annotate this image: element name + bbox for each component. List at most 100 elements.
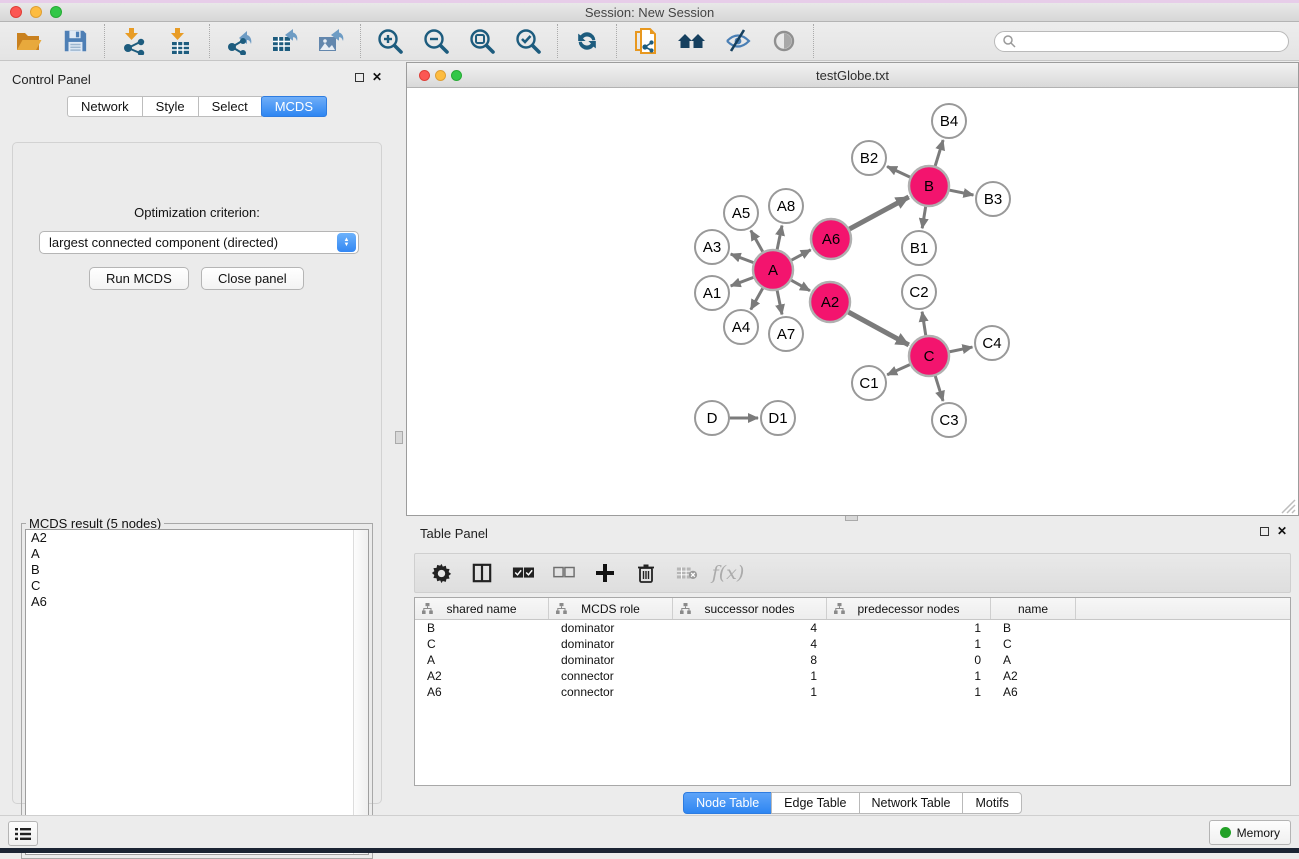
memory-button[interactable]: Memory	[1209, 820, 1291, 845]
node-B[interactable]: B	[909, 166, 949, 206]
cell-shared-name[interactable]: C	[415, 637, 549, 651]
vertical-splitter-handle[interactable]	[395, 431, 403, 444]
gear-icon[interactable]	[429, 561, 453, 585]
edge-B-B1[interactable]	[922, 204, 926, 228]
cell-successor-nodes[interactable]: 1	[673, 685, 827, 699]
node-A1[interactable]: A1	[695, 276, 729, 310]
cell-name[interactable]: B	[991, 621, 1076, 635]
node-B3[interactable]: B3	[976, 182, 1010, 216]
tab-motifs[interactable]: Motifs	[962, 792, 1021, 814]
cell-name[interactable]: A2	[991, 669, 1076, 683]
edge-A-A5[interactable]	[751, 230, 764, 254]
function-builder-icon[interactable]: f(x)	[716, 561, 740, 585]
node-A[interactable]: A	[753, 250, 793, 290]
export-table-icon[interactable]	[270, 26, 300, 56]
node-A5[interactable]: A5	[724, 196, 758, 230]
network-window-titlebar[interactable]: testGlobe.txt	[407, 63, 1298, 88]
node-D[interactable]: D	[695, 401, 729, 435]
node-B4[interactable]: B4	[932, 104, 966, 138]
float-panel-icon[interactable]	[355, 73, 364, 82]
column-header-successor-nodes[interactable]: successor nodes	[673, 598, 827, 619]
edge-A-A7[interactable]	[777, 288, 782, 315]
node-table[interactable]: shared nameMCDS rolesuccessor nodesprede…	[414, 597, 1291, 786]
cell-MCDS-role[interactable]: connector	[549, 669, 673, 683]
edge-C-C3[interactable]	[934, 373, 943, 401]
column-header-name[interactable]: name	[991, 598, 1076, 619]
edge-A-A6[interactable]	[789, 250, 811, 262]
node-B1[interactable]: B1	[902, 231, 936, 265]
cell-name[interactable]: A	[991, 653, 1076, 667]
mcds-result-list[interactable]: A2ABCA6	[25, 529, 369, 855]
cell-shared-name[interactable]: A6	[415, 685, 549, 699]
result-item[interactable]: A	[26, 546, 368, 562]
cell-successor-nodes[interactable]: 4	[673, 637, 827, 651]
clipboard-network-icon[interactable]	[631, 26, 661, 56]
result-item[interactable]: B	[26, 562, 368, 578]
zoom-fit-icon[interactable]	[467, 26, 497, 56]
node-C1[interactable]: C1	[852, 366, 886, 400]
import-table-icon[interactable]	[165, 26, 195, 56]
cell-MCDS-role[interactable]: connector	[549, 685, 673, 699]
search-input[interactable]	[994, 31, 1289, 52]
cell-successor-nodes[interactable]: 4	[673, 621, 827, 635]
edge-B-B2[interactable]	[887, 166, 913, 178]
refresh-icon[interactable]	[572, 26, 602, 56]
result-item[interactable]: A6	[26, 594, 368, 610]
tab-select[interactable]: Select	[198, 96, 262, 117]
edge-A-A1[interactable]	[731, 276, 756, 286]
cell-MCDS-role[interactable]: dominator	[549, 637, 673, 651]
node-D1[interactable]: D1	[761, 401, 795, 435]
float-table-panel-icon[interactable]	[1260, 527, 1269, 536]
home-icon[interactable]	[677, 26, 707, 56]
cell-shared-name[interactable]: A2	[415, 669, 549, 683]
node-A4[interactable]: A4	[724, 310, 758, 344]
table-row[interactable]: Adominator80A	[415, 652, 1290, 668]
node-C4[interactable]: C4	[975, 326, 1009, 360]
delete-row-icon[interactable]	[634, 561, 658, 585]
cell-successor-nodes[interactable]: 8	[673, 653, 827, 667]
edge-C-C1[interactable]	[887, 363, 912, 374]
show-columns-icon[interactable]	[470, 561, 494, 585]
criterion-dropdown[interactable]: largest connected component (directed) ▲…	[39, 231, 359, 254]
tab-node-table[interactable]: Node Table	[683, 792, 772, 814]
cell-shared-name[interactable]: B	[415, 621, 549, 635]
result-item[interactable]: C	[26, 578, 368, 594]
column-header-MCDS-role[interactable]: MCDS role	[549, 598, 673, 619]
zoom-in-icon[interactable]	[375, 26, 405, 56]
tab-network-table[interactable]: Network Table	[859, 792, 964, 814]
open-file-icon[interactable]	[14, 26, 44, 56]
hide-graphics-details-icon[interactable]	[723, 26, 753, 56]
close-panel-button[interactable]: Close panel	[201, 267, 304, 290]
result-list-scrollbar[interactable]	[353, 530, 368, 854]
network-graph[interactable]: A5A8A3A1A4A7B2B4B3B1C2C4C1C3DD1AA6A2BC	[408, 89, 1297, 515]
node-A3[interactable]: A3	[695, 230, 729, 264]
tab-network[interactable]: Network	[67, 96, 143, 117]
cell-name[interactable]: C	[991, 637, 1076, 651]
edge-A6-B[interactable]	[847, 197, 909, 230]
edge-A-A8[interactable]	[777, 226, 782, 253]
deselect-all-icon[interactable]	[552, 561, 576, 585]
node-A7[interactable]: A7	[769, 317, 803, 351]
edge-A2-C[interactable]	[846, 311, 909, 345]
node-A2[interactable]: A2	[810, 282, 850, 322]
tab-style[interactable]: Style	[142, 96, 199, 117]
cell-MCDS-role[interactable]: dominator	[549, 621, 673, 635]
close-table-panel-icon[interactable]: ✕	[1277, 526, 1287, 536]
result-item[interactable]: A2	[26, 530, 368, 546]
table-row[interactable]: A2connector11A2	[415, 668, 1290, 684]
network-canvas[interactable]: A5A8A3A1A4A7B2B4B3B1C2C4C1C3DD1AA6A2BC	[408, 89, 1297, 515]
edge-C-C4[interactable]	[947, 347, 973, 352]
close-panel-icon[interactable]: ✕	[372, 72, 382, 82]
node-C2[interactable]: C2	[902, 275, 936, 309]
resize-grip-icon[interactable]	[1282, 500, 1295, 513]
run-mcds-button[interactable]: Run MCDS	[89, 267, 189, 290]
table-row[interactable]: A6connector11A6	[415, 684, 1290, 700]
node-C3[interactable]: C3	[932, 403, 966, 437]
cell-shared-name[interactable]: A	[415, 653, 549, 667]
export-image-icon[interactable]	[316, 26, 346, 56]
save-session-icon[interactable]	[60, 26, 90, 56]
delete-table-icon[interactable]	[675, 561, 699, 585]
cell-predecessor-nodes[interactable]: 0	[827, 653, 991, 667]
table-row[interactable]: Bdominator41B	[415, 620, 1290, 636]
edge-B-B3[interactable]	[947, 190, 974, 195]
